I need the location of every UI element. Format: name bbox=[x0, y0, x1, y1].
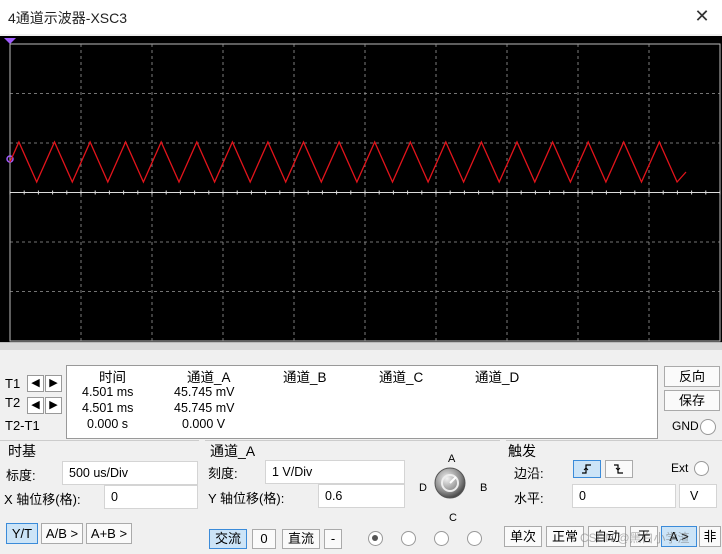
watermark-text: CSDN @黑白小学渣 bbox=[580, 531, 690, 545]
mode-yt-button[interactable]: Y/T bbox=[6, 523, 38, 544]
channel-b-radio[interactable] bbox=[401, 531, 416, 546]
channel-a-radio[interactable] bbox=[368, 531, 383, 546]
coupling-minus-button[interactable]: - bbox=[324, 529, 342, 549]
knob-label-b: B bbox=[480, 482, 488, 494]
knob-label-d: D bbox=[419, 482, 427, 494]
t1-label: T1 bbox=[5, 376, 21, 391]
t2-right-arrow-icon[interactable]: ▶ bbox=[45, 397, 62, 414]
mode-a-plus-b-button[interactable]: A+B > bbox=[86, 523, 132, 544]
close-icon[interactable]: ✕ bbox=[690, 4, 714, 28]
col-ch-c-header: 通道_C bbox=[379, 370, 424, 385]
oscilloscope-plot bbox=[4, 38, 721, 342]
col-ch-a-header: 通道_A bbox=[187, 370, 231, 385]
coupling-ac-button[interactable]: 交流 bbox=[209, 529, 247, 549]
rising-edge-button[interactable] bbox=[573, 460, 601, 478]
rising-edge-icon bbox=[582, 464, 591, 474]
t2-t1-ch-a: 0.000 V bbox=[182, 417, 226, 431]
ext-trigger-terminal[interactable] bbox=[694, 461, 709, 476]
trigger-group-line bbox=[506, 440, 722, 442]
t2-left-arrow-icon[interactable]: ◀ bbox=[27, 397, 44, 414]
t2-t1-label: T2-T1 bbox=[5, 418, 40, 433]
gnd-terminal[interactable] bbox=[700, 419, 716, 435]
trigger-normal-button[interactable]: 正常 bbox=[546, 526, 584, 547]
trigger-level-label: 水平: bbox=[514, 491, 544, 506]
channel-c-radio[interactable] bbox=[434, 531, 449, 546]
timebase-scale-label: 标度: bbox=[6, 468, 36, 483]
timebase-title: 时基 bbox=[8, 443, 36, 459]
knob-label-a: A bbox=[448, 453, 456, 465]
channel-title: 通道_A bbox=[210, 443, 256, 459]
t2-t1-time: 0.000 s bbox=[87, 417, 129, 431]
knob-icon bbox=[434, 467, 466, 499]
t2-ch-a: 45.745 mV bbox=[174, 401, 235, 415]
col-ch-b-header: 通道_B bbox=[283, 370, 327, 385]
x-position-field[interactable]: 0 bbox=[104, 485, 198, 509]
knob-label-c: C bbox=[449, 512, 457, 524]
save-button[interactable]: 保存 bbox=[664, 390, 720, 411]
col-time-header: 时间 bbox=[99, 370, 126, 385]
timebase-scale-field[interactable]: 500 us/Div bbox=[62, 461, 198, 485]
t1-time: 4.501 ms bbox=[82, 385, 134, 399]
coupling-zero-button[interactable]: 0 bbox=[252, 529, 276, 549]
t2-time: 4.501 ms bbox=[82, 401, 134, 415]
x-position-label: X 轴位移(格): bbox=[4, 492, 81, 507]
oscilloscope-screen bbox=[0, 36, 722, 342]
gnd-label: GND bbox=[672, 419, 699, 433]
t1-right-arrow-icon[interactable]: ▶ bbox=[45, 375, 62, 392]
y-position-field[interactable]: 0.6 bbox=[318, 484, 405, 508]
channel-d-radio[interactable] bbox=[467, 531, 482, 546]
y-position-label: Y 轴位移(格): bbox=[208, 491, 285, 506]
channel-scale-field[interactable]: 1 V/Div bbox=[265, 460, 405, 484]
falling-edge-icon bbox=[614, 464, 623, 474]
col-ch-d-header: 通道_D bbox=[475, 370, 520, 385]
t2-label: T2 bbox=[5, 395, 21, 410]
channel-selector-knob[interactable] bbox=[434, 467, 466, 499]
t1-left-arrow-icon[interactable]: ◀ bbox=[27, 375, 44, 392]
trigger-level-field[interactable]: 0 bbox=[572, 484, 676, 508]
trigger-edge-label: 边沿: bbox=[514, 466, 544, 481]
cursor-t1-marker-icon bbox=[4, 38, 16, 44]
window-title: 4通道示波器-XSC3 bbox=[8, 10, 128, 26]
t1-ch-a: 45.745 mV bbox=[174, 385, 235, 399]
horizontal-scrollbar[interactable] bbox=[0, 342, 722, 350]
trigger-single-button[interactable]: 单次 bbox=[504, 526, 542, 547]
trigger-non-button[interactable]: 非 bbox=[699, 526, 721, 547]
mode-ab-button[interactable]: A/B > bbox=[41, 523, 83, 544]
coupling-dc-button[interactable]: 直流 bbox=[282, 529, 320, 549]
cursor-readout-table: 时间 通道_A 通道_B 通道_C 通道_D 4.501 ms 45.745 m… bbox=[66, 365, 658, 439]
trigger-title: 触发 bbox=[508, 443, 536, 459]
reverse-button[interactable]: 反向 bbox=[664, 366, 720, 387]
channel-a-trace bbox=[9, 140, 687, 184]
channel-scale-label: 刻度: bbox=[208, 466, 238, 481]
trigger-level-unit[interactable]: V bbox=[679, 484, 717, 508]
ext-label: Ext bbox=[671, 461, 689, 475]
falling-edge-button[interactable] bbox=[605, 460, 633, 478]
